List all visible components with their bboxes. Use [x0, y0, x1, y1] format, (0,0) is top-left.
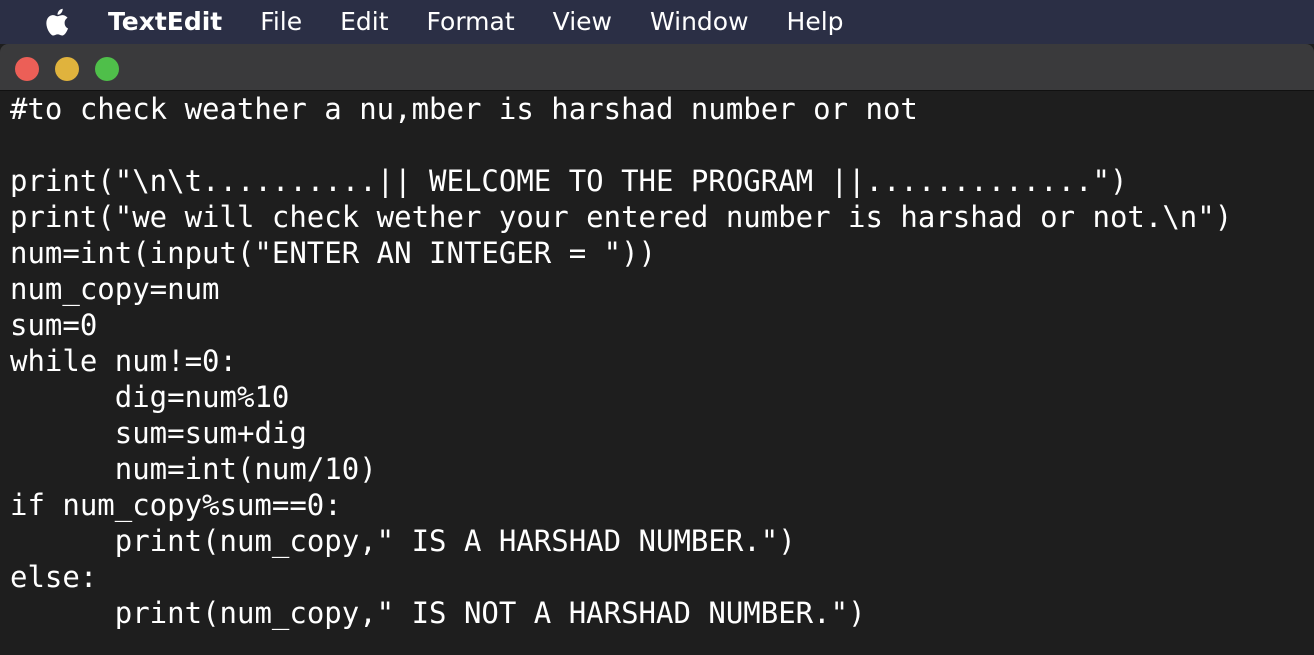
- menu-bar: TextEdit File Edit Format View Window He…: [0, 0, 1314, 44]
- text-line[interactable]: #to check weather a nu,mber is harshad n…: [0, 91, 1314, 127]
- menu-window[interactable]: Window: [650, 0, 749, 44]
- text-line[interactable]: num_copy=num: [0, 271, 1314, 307]
- text-line[interactable]: while num!=0:: [0, 343, 1314, 379]
- text-line[interactable]: dig=num%10: [0, 379, 1314, 415]
- document-text-area[interactable]: #to check weather a nu,mber is harshad n…: [0, 91, 1314, 655]
- text-line[interactable]: if num_copy%sum==0:: [0, 487, 1314, 523]
- text-line[interactable]: else:: [0, 559, 1314, 595]
- apple-logo-icon: [46, 8, 68, 36]
- text-line[interactable]: num=int(input("ENTER AN INTEGER = ")): [0, 235, 1314, 271]
- zoom-window-button[interactable]: [95, 57, 119, 81]
- menu-file[interactable]: File: [260, 0, 302, 44]
- text-line[interactable]: sum=sum+dig: [0, 415, 1314, 451]
- menu-edit[interactable]: Edit: [340, 0, 388, 44]
- text-line[interactable]: print("we will check wether your entered…: [0, 199, 1314, 235]
- text-line[interactable]: num=int(num/10): [0, 451, 1314, 487]
- minimize-window-button[interactable]: [55, 57, 79, 81]
- menu-help[interactable]: Help: [787, 0, 844, 44]
- apple-icon[interactable]: [42, 6, 70, 38]
- text-line[interactable]: print(num_copy," IS NOT A HARSHAD NUMBER…: [0, 595, 1314, 631]
- menu-view[interactable]: View: [553, 0, 612, 44]
- close-window-button[interactable]: [15, 57, 39, 81]
- text-line[interactable]: sum=0: [0, 307, 1314, 343]
- menu-format[interactable]: Format: [427, 0, 515, 44]
- menu-app-name[interactable]: TextEdit: [108, 0, 222, 44]
- text-line[interactable]: print("\n\t..........|| WELCOME TO THE P…: [0, 163, 1314, 199]
- text-line[interactable]: [0, 127, 1314, 163]
- window-titlebar[interactable]: [0, 44, 1314, 91]
- text-line[interactable]: print(num_copy," IS A HARSHAD NUMBER."): [0, 523, 1314, 559]
- textedit-window: #to check weather a nu,mber is harshad n…: [0, 44, 1314, 655]
